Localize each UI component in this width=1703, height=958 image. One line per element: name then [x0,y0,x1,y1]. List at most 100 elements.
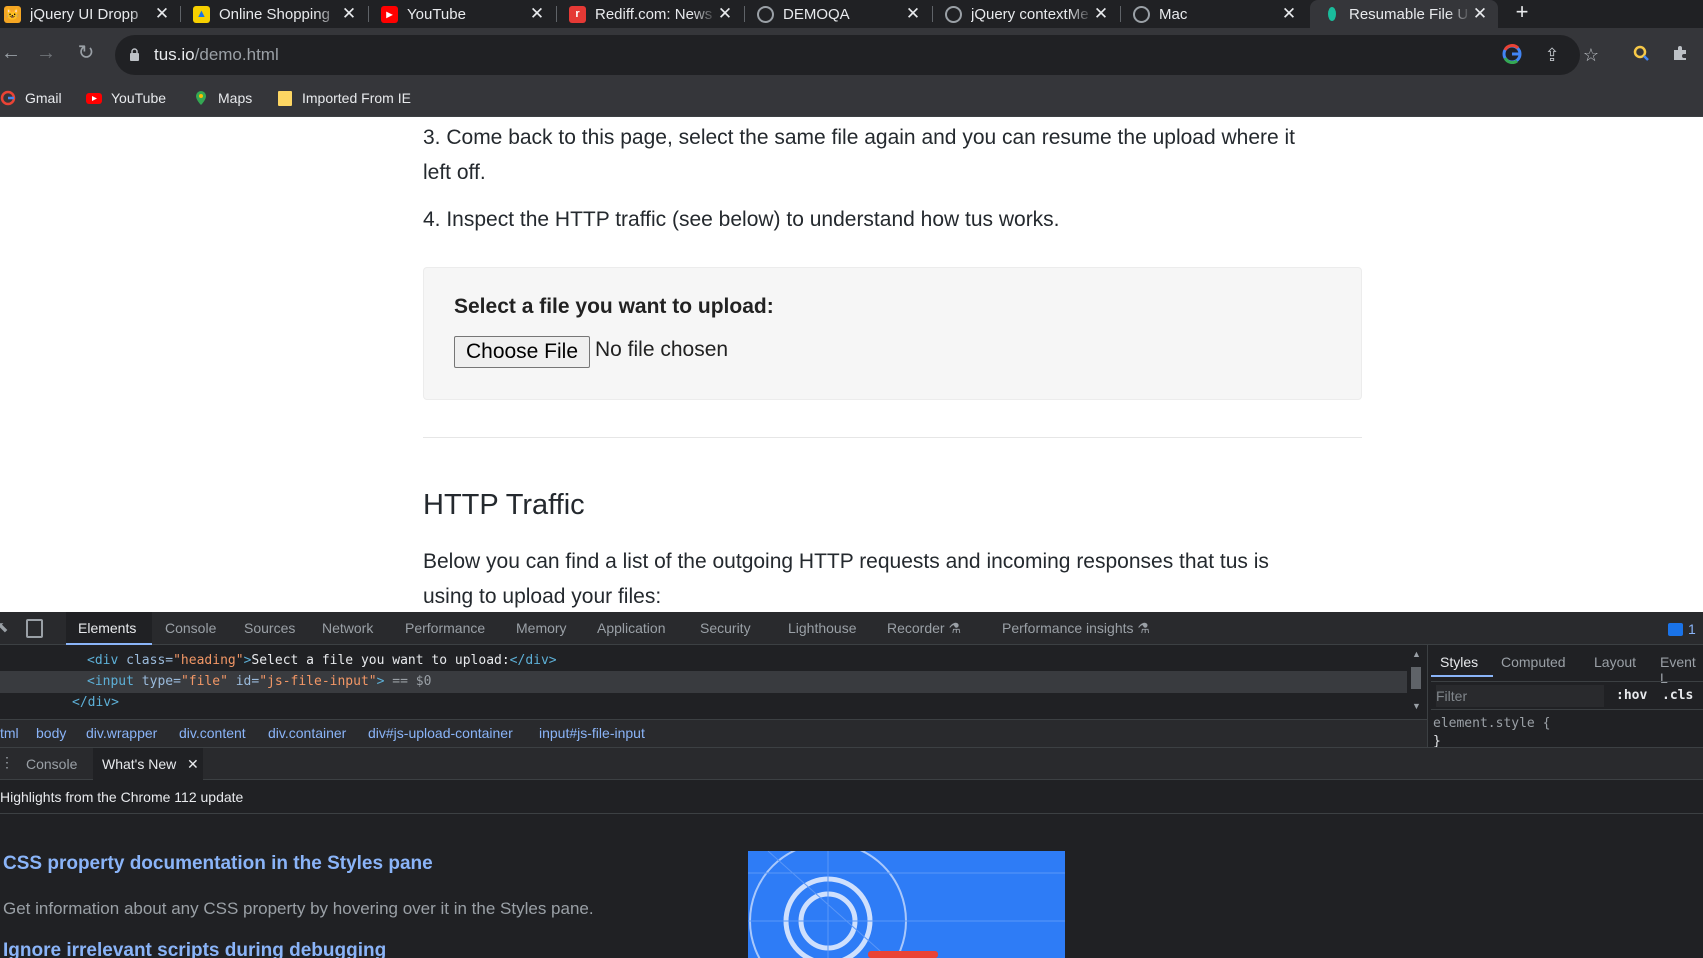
rediff-favicon-icon: r [569,5,586,23]
url-text[interactable]: tus.io/demo.html [154,45,279,65]
tab-mac[interactable]: Mac ✕ [1133,0,1297,28]
close-tab-icon[interactable]: ✕ [154,4,170,24]
issues-counter[interactable]: 1 [1668,619,1696,639]
http-traffic-description-continued: using to upload your files: [423,585,662,608]
breadcrumb-div-content[interactable]: div.content [179,725,246,741]
devtools-tab-elements[interactable]: Elements [78,620,136,636]
drawer-tab-console[interactable]: Console [26,756,77,772]
tab-online-shopping[interactable]: ▲ Online Shopping ✕ [193,0,357,28]
close-tab-icon[interactable]: ✕ [341,4,357,24]
breadcrumb-body[interactable]: body [36,725,66,741]
devtools-tab-security[interactable]: Security [700,620,751,636]
google-lens-icon[interactable] [1501,44,1523,66]
dom-node-closing-div[interactable]: </div> [72,695,119,710]
devtools-tab-performance[interactable]: Performance [405,620,485,636]
dom-node-heading-div[interactable]: <div class="heading">Select a file you w… [87,653,557,668]
whats-new-header [0,781,1703,814]
choose-file-button[interactable]: Choose File [454,336,590,368]
youtube-favicon-icon: ▶ [381,5,398,23]
reload-button[interactable]: ↻ [75,42,97,64]
close-drawer-tab-icon[interactable]: ✕ [187,756,199,773]
shopping-favicon-icon: ▲ [193,5,210,23]
tab-separator [556,6,557,22]
lock-icon[interactable] [129,48,140,61]
tab-youtube[interactable]: ▶ YouTube ✕ [381,0,545,28]
devtools-tab-recorder[interactable]: Recorder ⚗ [887,620,961,637]
tab-jquery-ui-droppable[interactable]: 😺 jQuery UI Dropp ✕ [4,0,170,28]
dom-node-file-input[interactable]: <input type="file" id="js-file-input"> =… [87,674,431,689]
bookmark-youtube[interactable]: YouTube [86,87,166,109]
devtools-tab-sources[interactable]: Sources [244,620,295,636]
folder-icon [278,91,292,106]
bookmark-gmail[interactable]: Gmail [0,87,62,109]
styles-tab-computed[interactable]: Computed [1501,654,1566,670]
whats-new-promo-image [748,851,1065,958]
tab-resumable-file-upload[interactable]: Resumable File U ✕ [1310,0,1498,28]
breadcrumb-upload-container[interactable]: div#js-upload-container [368,725,513,741]
elements-scrollbar[interactable]: ▲ ▼ [1407,649,1425,715]
scroll-down-icon[interactable]: ▼ [1412,701,1421,711]
bookmark-maps[interactable]: Maps [193,87,252,109]
close-tab-icon[interactable]: ✕ [1281,4,1297,24]
back-button[interactable]: ← [0,42,22,64]
url-host: tus.io [154,45,195,64]
tab-rediff[interactable]: r Rediff.com: News ✕ [569,0,733,28]
step-4-text: 4. Inspect the HTTP traffic (see below) … [423,208,1060,231]
scroll-up-icon[interactable]: ▲ [1412,649,1421,659]
tab-separator [180,6,181,22]
experimental-flask-icon: ⚗ [948,620,962,636]
scrollbar-thumb[interactable] [1411,667,1421,689]
devtools-tab-lighthouse[interactable]: Lighthouse [788,620,857,636]
new-tab-button[interactable]: + [1510,0,1534,26]
drawer-tab-whats-new[interactable]: What's New [102,756,176,772]
cls-toggle[interactable]: .cls [1662,688,1693,703]
upload-heading: Select a file you want to upload: [454,295,774,318]
close-tab-icon[interactable]: ✕ [1093,4,1109,24]
tus-favicon-icon [1323,6,1340,23]
tab-separator [932,6,933,22]
maps-icon [196,91,206,105]
devtools-tab-application[interactable]: Application [597,620,666,636]
close-tab-icon[interactable]: ✕ [1472,4,1488,24]
close-tab-icon[interactable]: ✕ [905,4,921,24]
close-tab-icon[interactable]: ✕ [529,4,545,24]
breadcrumb-div-wrapper[interactable]: div.wrapper [86,725,157,741]
hov-toggle[interactable]: :hov [1616,688,1647,703]
close-tab-icon[interactable]: ✕ [717,4,733,24]
breadcrumb-div-container[interactable]: div.container [268,725,346,741]
step-3-text: 3. Come back to this page, select the sa… [423,126,1296,149]
styles-tab-layout[interactable]: Layout [1594,654,1636,670]
extensions-puzzle-icon[interactable] [1669,44,1691,66]
whats-new-item-title[interactable]: CSS property documentation in the Styles… [3,853,433,875]
styles-tab-styles[interactable]: Styles [1440,654,1478,670]
element-style-rule[interactable]: element.style { [1433,716,1550,731]
message-icon [1668,622,1683,636]
youtube-icon [86,93,102,104]
devtools-tab-console[interactable]: Console [165,620,216,636]
forward-button[interactable]: → [35,42,57,64]
tab-demoqa[interactable]: DEMOQA ✕ [757,0,921,28]
address-bar[interactable] [115,35,1580,75]
whats-new-item-title[interactable]: Ignore irrelevant scripts during debuggi… [3,940,386,958]
bookmark-folder-imported-from-ie[interactable]: Imported From IE [277,87,411,109]
globe-icon [757,5,774,23]
breadcrumb-html[interactable]: tml [0,725,19,741]
devtools-tab-network[interactable]: Network [322,620,373,636]
tab-separator [1120,6,1121,22]
drawer-menu-icon[interactable]: ⋮ [0,754,14,771]
http-traffic-heading: HTTP Traffic [423,489,585,521]
http-traffic-description: Below you can find a list of the outgoin… [423,550,1269,573]
extension-search-icon[interactable] [1630,44,1652,66]
share-icon[interactable]: ⇪ [1541,44,1563,66]
devtools-tab-memory[interactable]: Memory [516,620,567,636]
bookmark-star-icon[interactable]: ☆ [1580,44,1602,66]
google-icon [0,90,16,106]
styles-filter-input[interactable]: Filter [1436,685,1604,707]
device-toolbar-icon[interactable] [26,619,43,638]
bookmarks-bar [0,82,1703,117]
tab-jquery-contextmenu[interactable]: jQuery contextMe ✕ [945,0,1109,28]
breadcrumb-file-input[interactable]: input#js-file-input [539,725,645,741]
devtools-tab-performance-insights[interactable]: Performance insights ⚗ [1002,620,1150,637]
experimental-flask-icon: ⚗ [1137,620,1150,636]
inspect-element-icon[interactable]: ⬉ [0,618,12,638]
